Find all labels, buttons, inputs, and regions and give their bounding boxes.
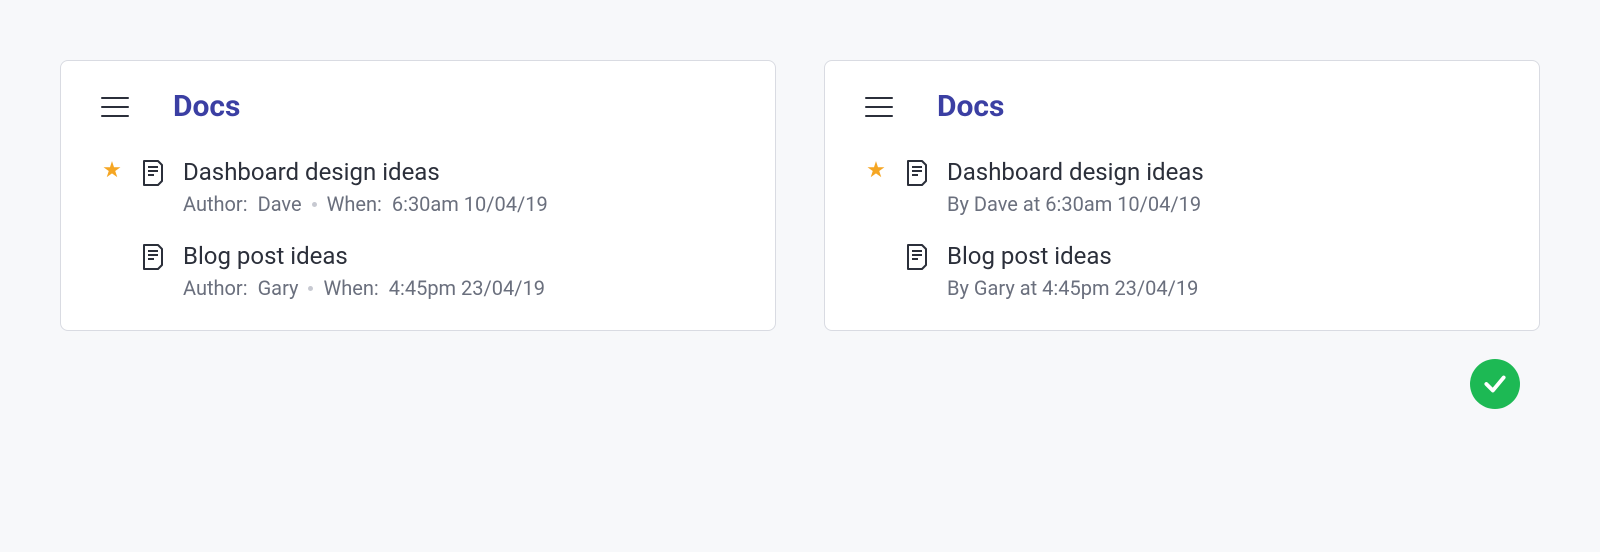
author-value: Dave [258,192,302,216]
star-icon[interactable]: ★ [102,160,122,182]
doc-title: Dashboard design ideas [183,158,735,186]
doc-title: Blog post ideas [183,242,735,270]
when-label: When: [327,192,382,216]
document-icon [903,242,931,270]
doc-meta-text: By Gary at 4:45pm 23/04/19 [947,276,1198,300]
doc-title: Blog post ideas [947,242,1499,270]
when-value: 6:30am 10/04/19 [392,192,548,216]
separator-dot [312,202,317,207]
docs-panel-concise: Docs ★ Dashboard design ideas By Dave at… [824,60,1540,331]
document-icon [139,158,167,186]
panel-title: Docs [937,89,1004,124]
doc-row[interactable]: ★ Dashboard design ideas By Dave at 6:30… [865,158,1499,216]
doc-meta: Author: Dave When: 6:30am 10/04/19 [183,192,735,216]
separator-dot [308,286,313,291]
when-value: 4:45pm 23/04/19 [389,276,545,300]
when-label: When: [323,276,378,300]
doc-meta: By Gary at 4:45pm 23/04/19 [947,276,1499,300]
star-icon[interactable]: ★ [866,160,886,182]
menu-icon[interactable] [101,97,129,117]
doc-title: Dashboard design ideas [947,158,1499,186]
docs-panel-verbose: Docs ★ Dashboard design ideas Author: Da… [60,60,776,331]
panel-header: Docs [101,89,735,124]
author-value: Gary [258,276,299,300]
document-icon [139,242,167,270]
panel-title: Docs [173,89,240,124]
doc-row[interactable]: Blog post ideas Author: Gary When: 4:45p… [101,242,735,300]
doc-meta-text: By Dave at 6:30am 10/04/19 [947,192,1201,216]
doc-meta: Author: Gary When: 4:45pm 23/04/19 [183,276,735,300]
doc-row[interactable]: ★ Dashboard design ideas Author: Dave Wh… [101,158,735,216]
author-label: Author: [183,192,248,216]
author-label: Author: [183,276,248,300]
doc-meta: By Dave at 6:30am 10/04/19 [947,192,1499,216]
menu-icon[interactable] [865,97,893,117]
document-icon [903,158,931,186]
panel-header: Docs [865,89,1499,124]
check-badge-icon [1470,359,1520,409]
doc-row[interactable]: Blog post ideas By Gary at 4:45pm 23/04/… [865,242,1499,300]
